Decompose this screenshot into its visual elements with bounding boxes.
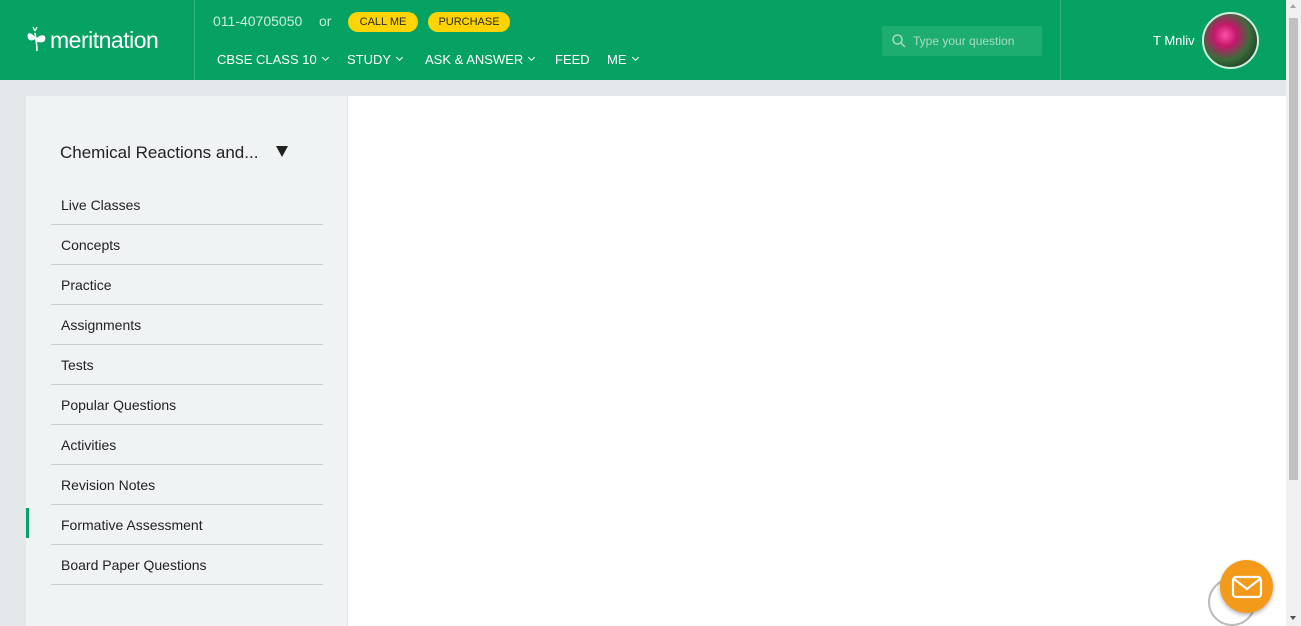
sidebar-item-label: Revision Notes: [61, 476, 156, 493]
scroll-down-icon[interactable]: [1290, 616, 1296, 620]
call-me-button[interactable]: CALL ME: [348, 12, 418, 32]
phone-number: 011-40705050: [213, 13, 303, 29]
sidebar-item-label: Board Paper Questions: [61, 556, 207, 573]
sidebar-item-formative-assessment[interactable]: Formative Assessment: [51, 505, 323, 545]
sidebar-item-activities[interactable]: Activities: [51, 425, 323, 465]
chevron-down-icon: [321, 53, 329, 62]
chevron-down-icon: [631, 53, 639, 62]
nav-feed[interactable]: FEED: [555, 51, 607, 67]
nav-label: ME: [607, 51, 627, 67]
active-indicator: [26, 508, 29, 538]
sidebar-item-label: Activities: [61, 436, 117, 453]
sidebar-item-label: Concepts: [61, 236, 121, 253]
sidebar-item-board-paper-questions[interactable]: Board Paper Questions: [51, 545, 323, 585]
search-icon: [892, 34, 906, 48]
chat-button[interactable]: [1220, 560, 1273, 613]
main-content: [348, 96, 1286, 626]
main-nav: CBSE CLASS 10 STUDY ASK & ANSWER FEED ME: [217, 51, 657, 67]
logo-text: meritnation: [50, 26, 159, 53]
meritnation-logo[interactable]: meritnation: [26, 22, 159, 58]
nav-ask-answer[interactable]: ASK & ANSWER: [425, 51, 555, 67]
nav-label: FEED: [555, 51, 590, 67]
sidebar-item-practice[interactable]: Practice: [51, 265, 323, 305]
chevron-down-icon: [396, 53, 404, 62]
sidebar-item-revision-notes[interactable]: Revision Notes: [51, 465, 323, 505]
sidebar-item-label: Popular Questions: [61, 396, 177, 413]
search-box[interactable]: [882, 26, 1042, 56]
nav-label: STUDY: [347, 51, 392, 67]
sidebar-item-label: Assignments: [61, 316, 142, 333]
sidebar-item-label: Tests: [61, 356, 94, 373]
sidebar-item-label: Live Classes: [61, 196, 141, 213]
nav-label: CBSE CLASS 10: [217, 51, 317, 67]
butterfly-icon: [27, 27, 46, 52]
scroll-thumb[interactable]: [1289, 18, 1298, 480]
mail-icon: [1231, 575, 1262, 598]
avatar[interactable]: [1202, 12, 1259, 69]
nav-me[interactable]: ME: [607, 51, 657, 67]
user-name[interactable]: T Mnliv: [1153, 33, 1195, 48]
header-divider: [1060, 0, 1061, 80]
sidebar-item-assignments[interactable]: Assignments: [51, 305, 323, 345]
header-divider: [194, 0, 195, 80]
nav-study[interactable]: STUDY: [347, 51, 425, 67]
sidebar: Chemical Reactions and... Live Classes C…: [26, 96, 347, 626]
purchase-button[interactable]: PURCHASE: [428, 12, 510, 32]
sidebar-menu: Live Classes Concepts Practice Assignmen…: [51, 185, 323, 585]
top-header: meritnation 011-40705050 or CALL ME PURC…: [0, 0, 1286, 80]
sidebar-item-label: Practice: [61, 276, 112, 293]
sidebar-item-live-classes[interactable]: Live Classes: [51, 185, 323, 225]
chapter-selector[interactable]: Chemical Reactions and...: [60, 143, 260, 163]
chevron-down-icon: [528, 53, 536, 62]
nav-label: ASK & ANSWER: [425, 51, 524, 67]
or-text: or: [319, 13, 332, 29]
sidebar-item-concepts[interactable]: Concepts: [51, 225, 323, 265]
scrollbar[interactable]: [1286, 0, 1301, 626]
scroll-up-icon[interactable]: [1290, 4, 1296, 8]
sidebar-item-popular-questions[interactable]: Popular Questions: [51, 385, 323, 425]
sidebar-item-label: Formative Assessment: [61, 516, 203, 533]
caret-down-icon[interactable]: [276, 146, 288, 157]
nav-cbse-class-10[interactable]: CBSE CLASS 10: [217, 51, 347, 67]
sidebar-item-tests[interactable]: Tests: [51, 345, 323, 385]
search-input[interactable]: [913, 34, 1033, 48]
